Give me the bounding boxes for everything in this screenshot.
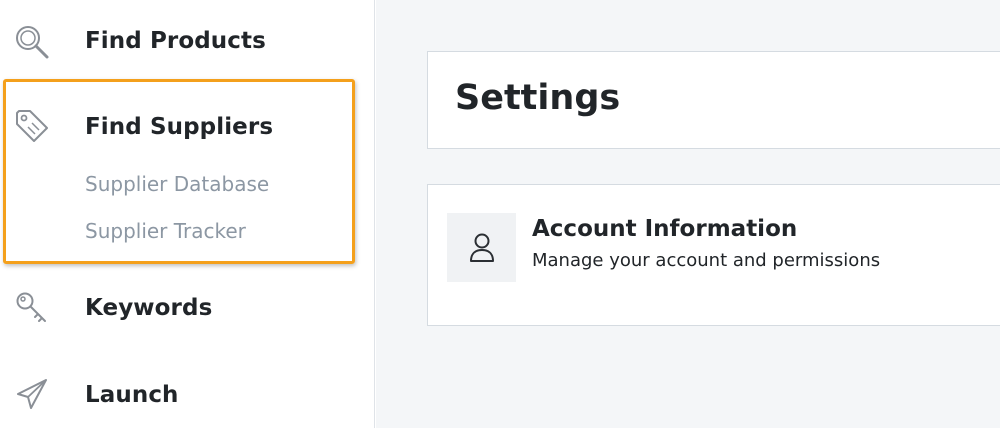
page-title: Settings (455, 78, 621, 118)
sidebar-item-find-products[interactable]: Find Products (0, 12, 360, 72)
app-window: Find Products Find Suppliers Supplier Da… (0, 0, 1000, 428)
paper-plane-icon (12, 374, 52, 414)
search-icon (12, 22, 52, 62)
sidebar-item-keywords[interactable]: Keywords (0, 278, 360, 338)
user-icon (447, 213, 516, 282)
tag-icon (12, 106, 52, 146)
account-information-card[interactable]: Account Information Manage your account … (427, 184, 1000, 326)
sidebar-item-find-suppliers[interactable]: Find Suppliers (0, 96, 360, 156)
card-description: Manage your account and permissions (532, 250, 881, 271)
sidebar-item-label: Launch (85, 382, 179, 408)
key-icon (12, 288, 52, 328)
card-title: Account Information (532, 216, 798, 242)
main-content: Settings Account Information Manage your… (376, 0, 1000, 428)
sidebar-item-label: Keywords (85, 295, 213, 321)
sidebar-item-label: Find Products (85, 28, 266, 54)
sidebar: Find Products Find Suppliers Supplier Da… (0, 0, 375, 428)
sidebar-subitem-supplier-tracker[interactable]: Supplier Tracker (85, 219, 246, 243)
sidebar-subitem-supplier-database[interactable]: Supplier Database (85, 172, 269, 196)
title-card: Settings (427, 51, 1000, 149)
sidebar-item-launch[interactable]: Launch (0, 364, 360, 424)
sidebar-item-label: Find Suppliers (85, 114, 274, 140)
